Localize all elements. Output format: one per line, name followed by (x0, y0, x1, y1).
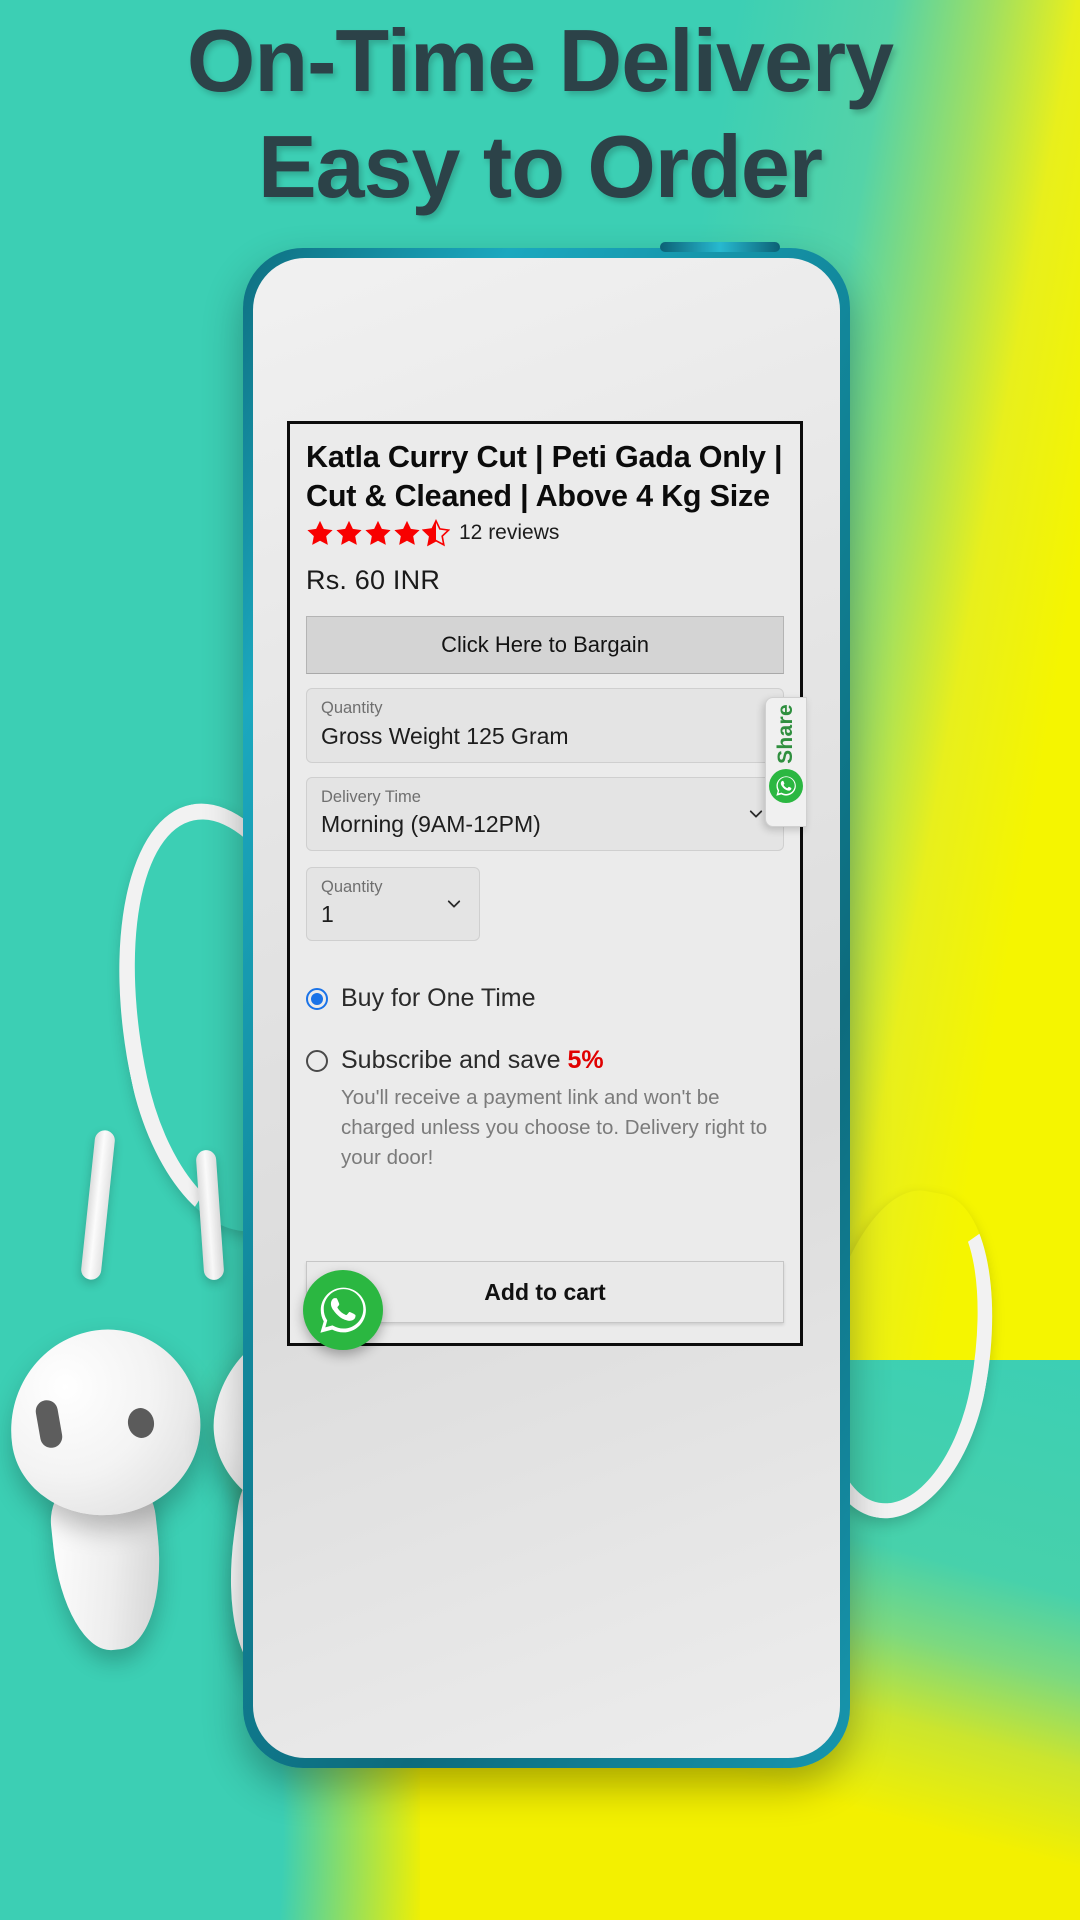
star-half-icon (422, 519, 450, 547)
star-full-icon (336, 521, 362, 546)
subscribe-discount-badge: 5% (567, 1046, 604, 1075)
quantity-count-label: Quantity (321, 877, 383, 896)
quantity-weight-label: Quantity (321, 699, 383, 718)
add-to-cart-label: Add to cart (484, 1278, 606, 1305)
product-page-screen: Katla Curry Cut | Peti Gada Only | Cut &… (287, 421, 803, 1346)
option-subscribe[interactable]: Subscribe and save 5% (306, 1045, 784, 1075)
quantity-weight-value: Gross Weight 125 Gram (321, 722, 569, 749)
delivery-time-label: Delivery Time (321, 787, 421, 806)
delivery-time-select[interactable]: Delivery Time Morning (9AM-12PM) (306, 776, 784, 851)
share-whatsapp-button[interactable] (769, 768, 803, 803)
whatsapp-icon (776, 776, 796, 796)
radio-subscribe[interactable] (306, 1050, 328, 1073)
headline-line-1: On-Time Delivery (186, 11, 894, 110)
option-subscribe-text: Subscribe and save (341, 1046, 568, 1075)
share-tab[interactable]: Share (765, 697, 807, 827)
chevron-down-icon[interactable] (747, 805, 765, 823)
chevron-down-icon[interactable] (445, 895, 463, 913)
product-title: Katla Curry Cut | Peti Gada Only | Cut &… (306, 440, 783, 513)
delivery-time-value: Morning (9AM-12PM) (321, 811, 541, 838)
option-buy-one-time-label: Buy for One Time (341, 984, 536, 1013)
star-rating (306, 519, 450, 547)
radio-buy-one-time[interactable] (306, 988, 328, 1011)
star-full-icon (365, 521, 391, 546)
product-price: Rs. 60 INR (306, 565, 441, 596)
whatsapp-float-button[interactable] (303, 1270, 383, 1350)
option-buy-one-time[interactable]: Buy for One Time (306, 983, 784, 1013)
purchase-options-group: Buy for One Time Subscribe and save 5% Y… (306, 983, 784, 1173)
bargain-button-label: Click Here to Bargain (441, 632, 649, 658)
product-page-content: Katla Curry Cut | Peti Gada Only | Cut &… (290, 424, 800, 1173)
whatsapp-icon (320, 1287, 366, 1333)
rating-row[interactable]: 12 reviews (306, 519, 784, 547)
subscribe-description: You'll receive a payment link and won't … (341, 1086, 768, 1170)
star-full-icon (307, 521, 333, 546)
quantity-count-select[interactable]: Quantity 1 (306, 866, 480, 942)
phone-top-button[interactable] (660, 242, 780, 252)
star-full-icon (394, 521, 420, 546)
reviews-count[interactable]: 12 reviews (459, 521, 559, 545)
bargain-button[interactable]: Click Here to Bargain (306, 616, 784, 675)
page-title: On-Time Delivery Easy to Order (0, 16, 1080, 212)
share-tab-label: Share (774, 704, 797, 764)
quantity-count-value: 1 (321, 901, 334, 928)
quantity-weight-field[interactable]: Quantity Gross Weight 125 Gram (306, 688, 784, 763)
headline-line-2: Easy to Order (257, 116, 823, 216)
option-subscribe-label: Subscribe and save 5% (341, 1045, 604, 1075)
